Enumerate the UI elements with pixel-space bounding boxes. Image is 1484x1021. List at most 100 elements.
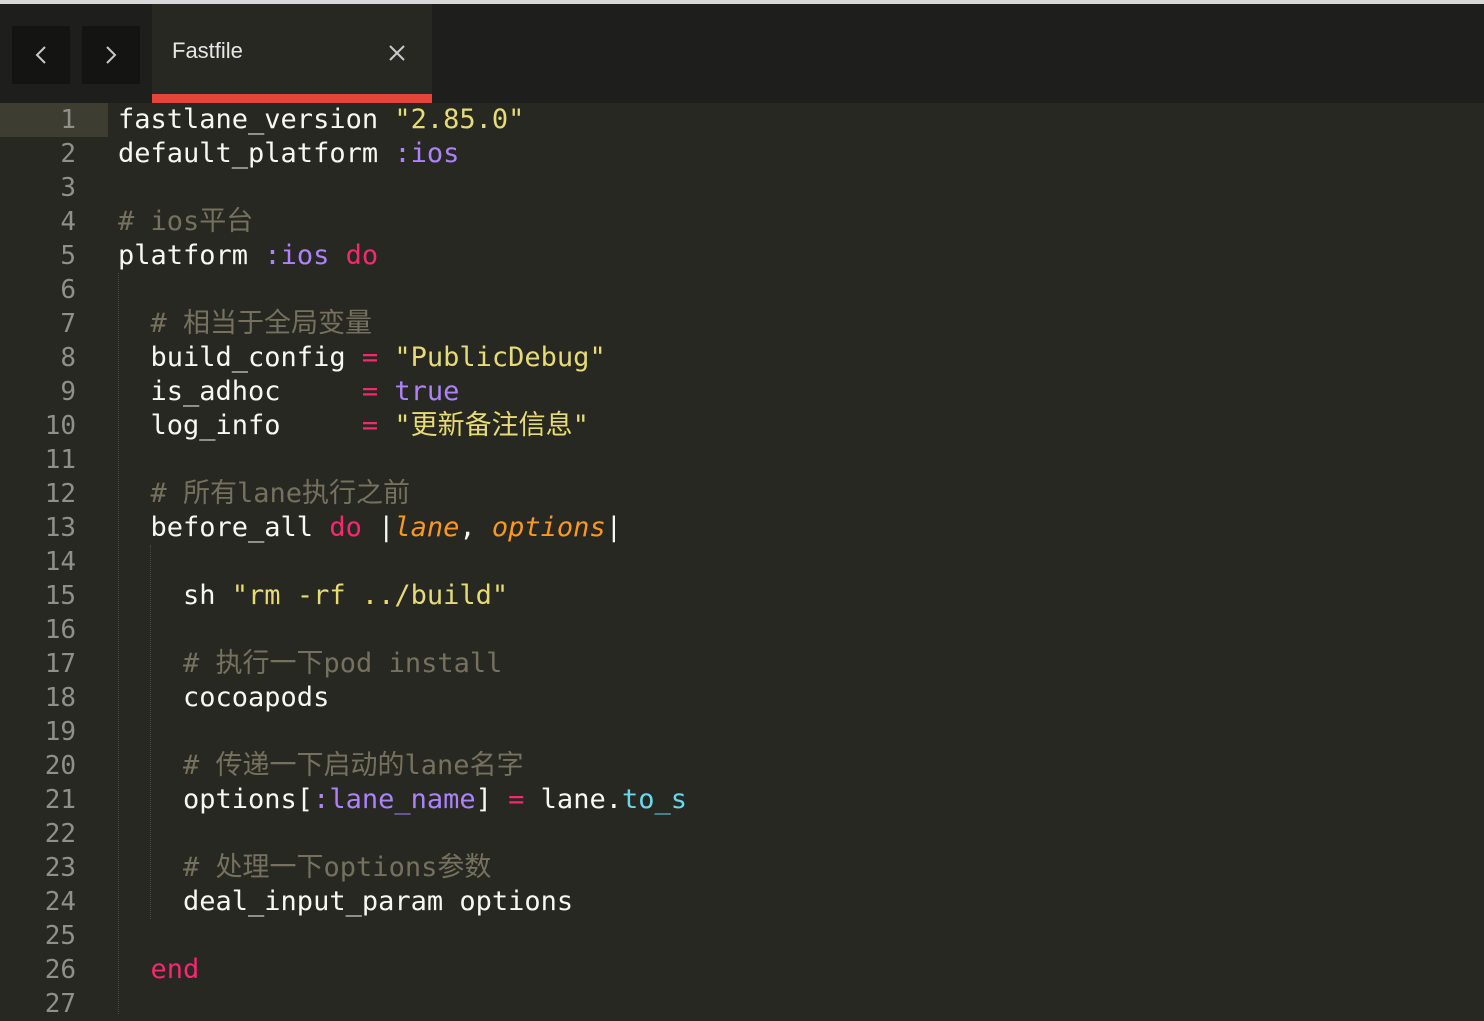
line-number: 12 (44, 479, 76, 509)
tab-fastfile[interactable]: Fastfile (152, 4, 432, 103)
code-token: | (361, 512, 395, 543)
line-number: 13 (44, 513, 76, 543)
line-number: 10 (44, 411, 76, 441)
line-number: 18 (44, 683, 76, 713)
code-token: lane (394, 512, 460, 543)
code-line: is_adhoc = true (118, 375, 460, 409)
line-number: 16 (44, 615, 76, 645)
code-line: fastlane_version "2.85.0" (118, 103, 524, 137)
back-button[interactable] (12, 26, 70, 84)
forward-button[interactable] (82, 26, 140, 84)
line-number: 21 (44, 785, 76, 815)
tab-title: Fastfile (172, 38, 243, 63)
code-line: end (118, 953, 200, 987)
code-line: # 执行一下pod install (118, 647, 502, 681)
code-token: options[ (118, 784, 314, 815)
line-number: 15 (44, 581, 76, 611)
code-line: # 所有lane执行之前 (118, 477, 411, 511)
line-number: 4 (60, 207, 76, 237)
line-number: 1 (60, 105, 76, 135)
code-token: to_s (621, 784, 687, 815)
code-token: # ios平台 (118, 206, 254, 237)
code-line: log_info = "更新备注信息" (118, 409, 589, 443)
line-number: 9 (60, 377, 76, 407)
code-token: do (345, 240, 379, 271)
code-token: build_config (118, 342, 362, 373)
code-token: platform (118, 240, 265, 271)
active-tab-indicator (152, 94, 432, 103)
code-token: default_platform (118, 138, 395, 169)
code-line: options[:lane_name] = lane.to_s (118, 783, 687, 817)
code-token: end (150, 954, 200, 985)
code-line: # ios平台 (118, 205, 253, 239)
line-number: 14 (44, 547, 76, 577)
code-token: cocoapods (118, 682, 330, 713)
code-token: :ios (264, 240, 330, 271)
code-token: "rm -rf ../build" (231, 580, 509, 611)
code-line: # 相当于全局变量 (118, 307, 373, 341)
line-number: 6 (60, 275, 76, 305)
code-line: cocoapods (118, 681, 329, 715)
line-number: 25 (44, 921, 76, 951)
line-number-gutter: 1 2 3 4 5 6 7 8 9 10 11 12 13 14 15 16 17 18 19 20 21 22 23 24 2… (0, 103, 108, 1019)
code-line: default_platform :ios (118, 137, 459, 171)
line-number: 7 (60, 309, 76, 339)
code-editor[interactable]: 1 2 3 4 5 6 7 8 9 10 11 12 13 14 15 16 17 18 19 20 21 22 23 24 2… (0, 103, 1484, 1019)
chevron-right-icon (106, 46, 117, 64)
code-token: lane. (524, 784, 622, 815)
close-tab-icon[interactable] (388, 44, 406, 66)
code-token: deal_input_param options (118, 886, 574, 917)
code-token: = (508, 784, 525, 815)
code-token: do (329, 512, 362, 543)
code-token: fastlane_version (118, 104, 395, 135)
code-token: # 处理一下options参数 (183, 852, 492, 883)
chevron-left-icon (35, 46, 46, 64)
code-token: = (361, 410, 379, 441)
line-number: 26 (44, 955, 76, 985)
code-token: # 传递一下启动的lane名字 (183, 750, 524, 781)
code-line: deal_input_param options (118, 885, 573, 919)
code-token: log_info (118, 410, 362, 441)
code-token: :lane_name (313, 784, 476, 815)
code-token: options (491, 512, 606, 543)
code-token: # 执行一下pod install (183, 648, 503, 679)
code-line: # 传递一下启动的lane名字 (118, 749, 524, 783)
code-line: before_all do |lane, options| (118, 511, 622, 545)
code-token: before_all (118, 512, 330, 543)
line-number: 23 (44, 853, 76, 883)
code-token: "更新备注信息" (394, 410, 589, 441)
code-token: | (605, 512, 622, 543)
tab-bar: Fastfile (0, 4, 1484, 103)
line-number: 11 (44, 445, 76, 475)
line-number: 19 (44, 717, 76, 747)
code-token: # 相当于全局变量 (150, 308, 373, 339)
code-token: , (459, 512, 492, 543)
code-token: "PublicDebug" (394, 342, 606, 373)
code-token: # 所有lane执行之前 (150, 478, 411, 509)
code-token: true (394, 376, 460, 407)
line-number: 20 (44, 751, 76, 781)
code-token: :ios (394, 138, 460, 169)
code-token: = (361, 376, 379, 407)
line-number: 22 (44, 819, 76, 849)
line-number: 27 (44, 989, 76, 1019)
code-line: build_config = "PublicDebug" (118, 341, 606, 375)
code-line: sh "rm -rf ../build" (118, 579, 508, 613)
code-token: "2.85.0" (394, 104, 525, 135)
code-token: = (361, 342, 379, 373)
line-number: 17 (44, 649, 76, 679)
code-token: sh (118, 580, 232, 611)
line-number: 8 (60, 343, 76, 373)
code-token: ] (475, 784, 509, 815)
line-number: 2 (60, 139, 76, 169)
